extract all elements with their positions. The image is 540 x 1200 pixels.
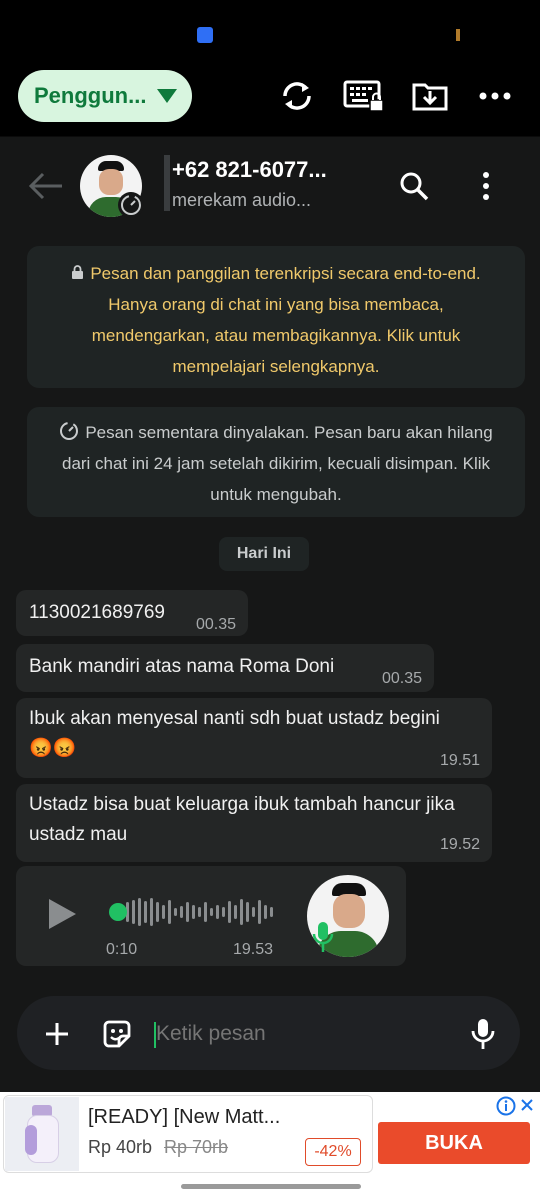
- encryption-text: Pesan dan panggilan terenkripsi secara e…: [90, 264, 481, 376]
- voice-record-icon[interactable]: [470, 1017, 496, 1051]
- message-bubble[interactable]: Ustadz bisa buat keluarga ibuk tambah ha…: [16, 784, 492, 862]
- message-time: 00.35: [381, 670, 422, 687]
- contact-status: merekam audio...: [172, 190, 312, 210]
- message-text: 1130021689769: [29, 602, 165, 623]
- audio-waveform[interactable]: [106, 896, 276, 928]
- plus-icon[interactable]: [44, 1021, 70, 1047]
- message-time: 19.52: [439, 836, 480, 853]
- keyboard-lock-icon[interactable]: [343, 76, 385, 116]
- refresh-icon[interactable]: [277, 76, 317, 116]
- playback-slider-thumb[interactable]: [109, 903, 127, 921]
- message-bubble[interactable]: Bank mandiri atas nama Roma Doni 00.35: [16, 644, 434, 692]
- play-icon[interactable]: [46, 897, 78, 931]
- message-bubble[interactable]: 1130021689769 00.35: [16, 590, 248, 636]
- message-time: 19.51: [439, 752, 480, 769]
- download-folder-icon[interactable]: [410, 76, 450, 116]
- message-text: Ustadz bisa buat keluarga ibuk tambah ha…: [29, 794, 455, 845]
- ad-open-button[interactable]: BUKA: [378, 1122, 530, 1164]
- battery-indicator: [456, 29, 460, 41]
- disappearing-messages-notice[interactable]: Pesan sementara dinyalakan. Pesan baru a…: [27, 407, 525, 517]
- message-time: 00.35: [195, 616, 236, 633]
- ad-close-icon[interactable]: [520, 1098, 534, 1112]
- message-bubble[interactable]: Ibuk akan menyesal nanti sdh buat ustadz…: [16, 698, 492, 778]
- contact-name[interactable]: +62 821-6077...: [172, 157, 327, 183]
- disappearing-notice-text: Pesan sementara dinyalakan. Pesan baru a…: [59, 422, 493, 504]
- ad-title[interactable]: [READY] [New Matt...: [88, 1106, 280, 1129]
- ad-product-image[interactable]: [5, 1097, 79, 1171]
- timer-icon: [60, 422, 79, 440]
- more-vertical-icon[interactable]: [476, 170, 496, 202]
- disappearing-timer-icon: [118, 192, 144, 218]
- voice-time: 19.53: [233, 941, 274, 958]
- voice-duration: 0:10: [106, 941, 138, 958]
- encryption-notice[interactable]: Pesan dan panggilan terenkripsi secara e…: [27, 246, 525, 388]
- app-notification-icon: [197, 27, 213, 43]
- header-divider: [164, 155, 170, 211]
- user-selector-label: Penggun...: [34, 83, 147, 108]
- dropdown-arrow-icon: [157, 89, 177, 103]
- more-horizontal-icon[interactable]: [476, 76, 516, 116]
- message-text: Ibuk akan menyesal nanti sdh buat ustadz…: [29, 708, 440, 759]
- gesture-nav-handle[interactable]: [181, 1184, 361, 1189]
- ad-old-price: Rp 70rb: [164, 1137, 229, 1157]
- ad-price: Rp 40rb: [88, 1137, 153, 1157]
- search-icon[interactable]: [398, 170, 430, 202]
- date-chip: Hari Ini: [219, 537, 309, 571]
- voice-message-bubble[interactable]: 0:10 19.53: [16, 866, 406, 966]
- message-input[interactable]: [156, 1016, 446, 1052]
- message-text: Bank mandiri atas nama Roma Doni: [29, 656, 335, 677]
- back-arrow-icon[interactable]: [28, 172, 64, 200]
- ad-info-icon[interactable]: [496, 1096, 516, 1116]
- status-bar: [0, 0, 540, 62]
- microphone-icon: [312, 922, 334, 952]
- user-selector-dropdown[interactable]: Penggun...: [18, 70, 192, 122]
- ad-discount-badge: -42%: [305, 1138, 361, 1166]
- ephemeral-text: Pesan sementara dinyalakan. Pesan baru a…: [61, 423, 493, 504]
- encryption-notice-text: Pesan dan panggilan terenkripsi secara e…: [71, 264, 481, 376]
- lock-icon: [72, 265, 84, 279]
- sticker-icon[interactable]: [101, 1018, 133, 1050]
